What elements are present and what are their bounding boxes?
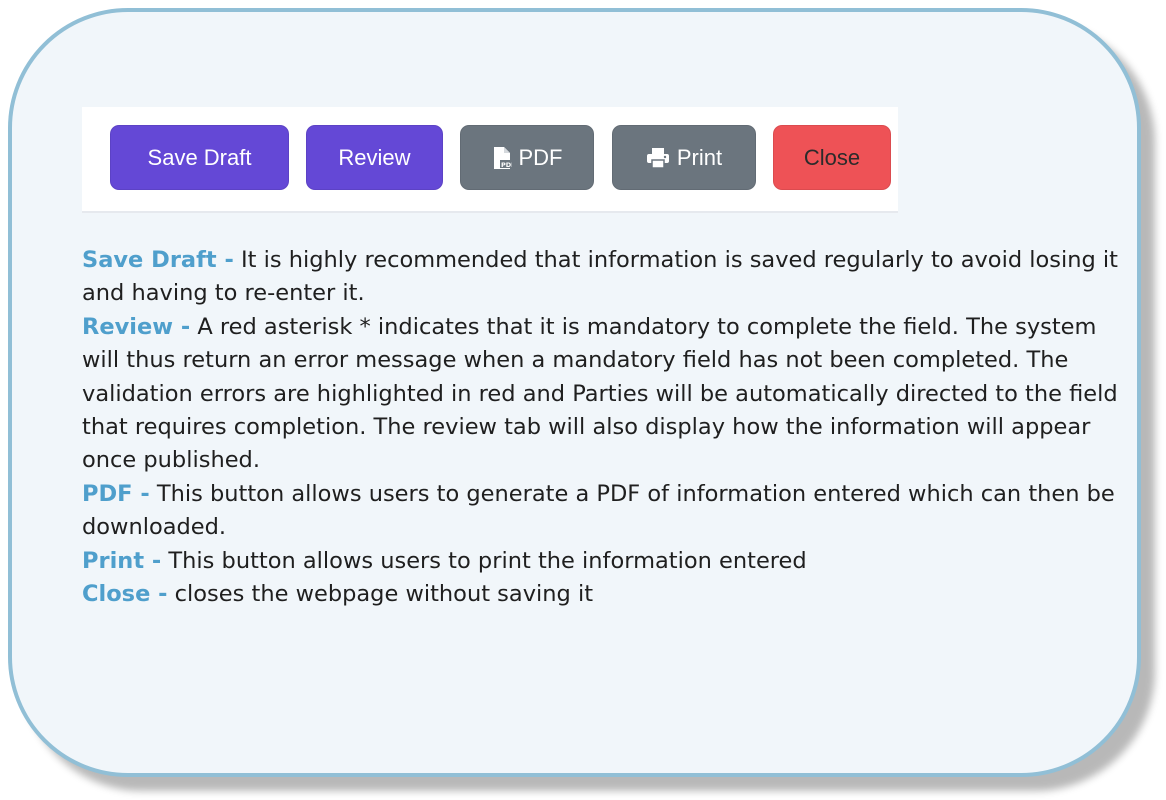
description-review: Review - A red asterisk * indicates that… xyxy=(82,311,1122,478)
description-print: Print - This button allows users to prin… xyxy=(82,545,1122,578)
save-draft-label: Save Draft xyxy=(147,144,252,170)
description-text: It is highly recommended that informatio… xyxy=(82,247,1119,307)
printer-icon xyxy=(646,147,670,169)
print-label: Print xyxy=(676,144,723,170)
description-list: Save Draft - It is highly recommended th… xyxy=(82,244,1122,611)
description-text: A red asterisk * indicates that it is ma… xyxy=(82,313,1118,474)
description-save-draft: Save Draft - It is highly recommended th… xyxy=(82,244,1122,311)
print-button[interactable]: Print xyxy=(612,125,756,190)
pdf-label: PDF xyxy=(518,144,563,170)
review-button[interactable]: Review xyxy=(306,125,443,190)
close-label: Close xyxy=(803,144,861,170)
description-text: This button allows users to print the in… xyxy=(161,547,807,574)
description-text: This button allows users to generate a P… xyxy=(82,480,1115,541)
description-term: Close - xyxy=(82,581,168,608)
description-term: PDF - xyxy=(82,480,150,507)
save-draft-button[interactable]: Save Draft xyxy=(110,125,289,190)
review-label: Review xyxy=(338,144,411,170)
close-button[interactable]: Close xyxy=(773,125,891,190)
description-text: closes the webpage without saving it xyxy=(167,581,594,608)
pdf-button[interactable]: PDF PDF xyxy=(460,125,594,190)
description-close: Close - closes the webpage without savin… xyxy=(82,578,1122,611)
callout-panel: Save Draft Review PDF PDF xyxy=(8,8,1141,777)
description-term: Review - xyxy=(82,313,191,340)
toolbar-divider xyxy=(82,211,898,213)
pdf-file-icon: PDF xyxy=(492,146,512,170)
description-pdf: PDF - This button allows users to genera… xyxy=(82,478,1122,545)
svg-text:PDF: PDF xyxy=(501,161,512,169)
toolbar-screenshot: Save Draft Review PDF PDF xyxy=(82,107,898,213)
description-term: Print - xyxy=(82,547,162,574)
description-term: Save Draft - xyxy=(82,247,234,273)
